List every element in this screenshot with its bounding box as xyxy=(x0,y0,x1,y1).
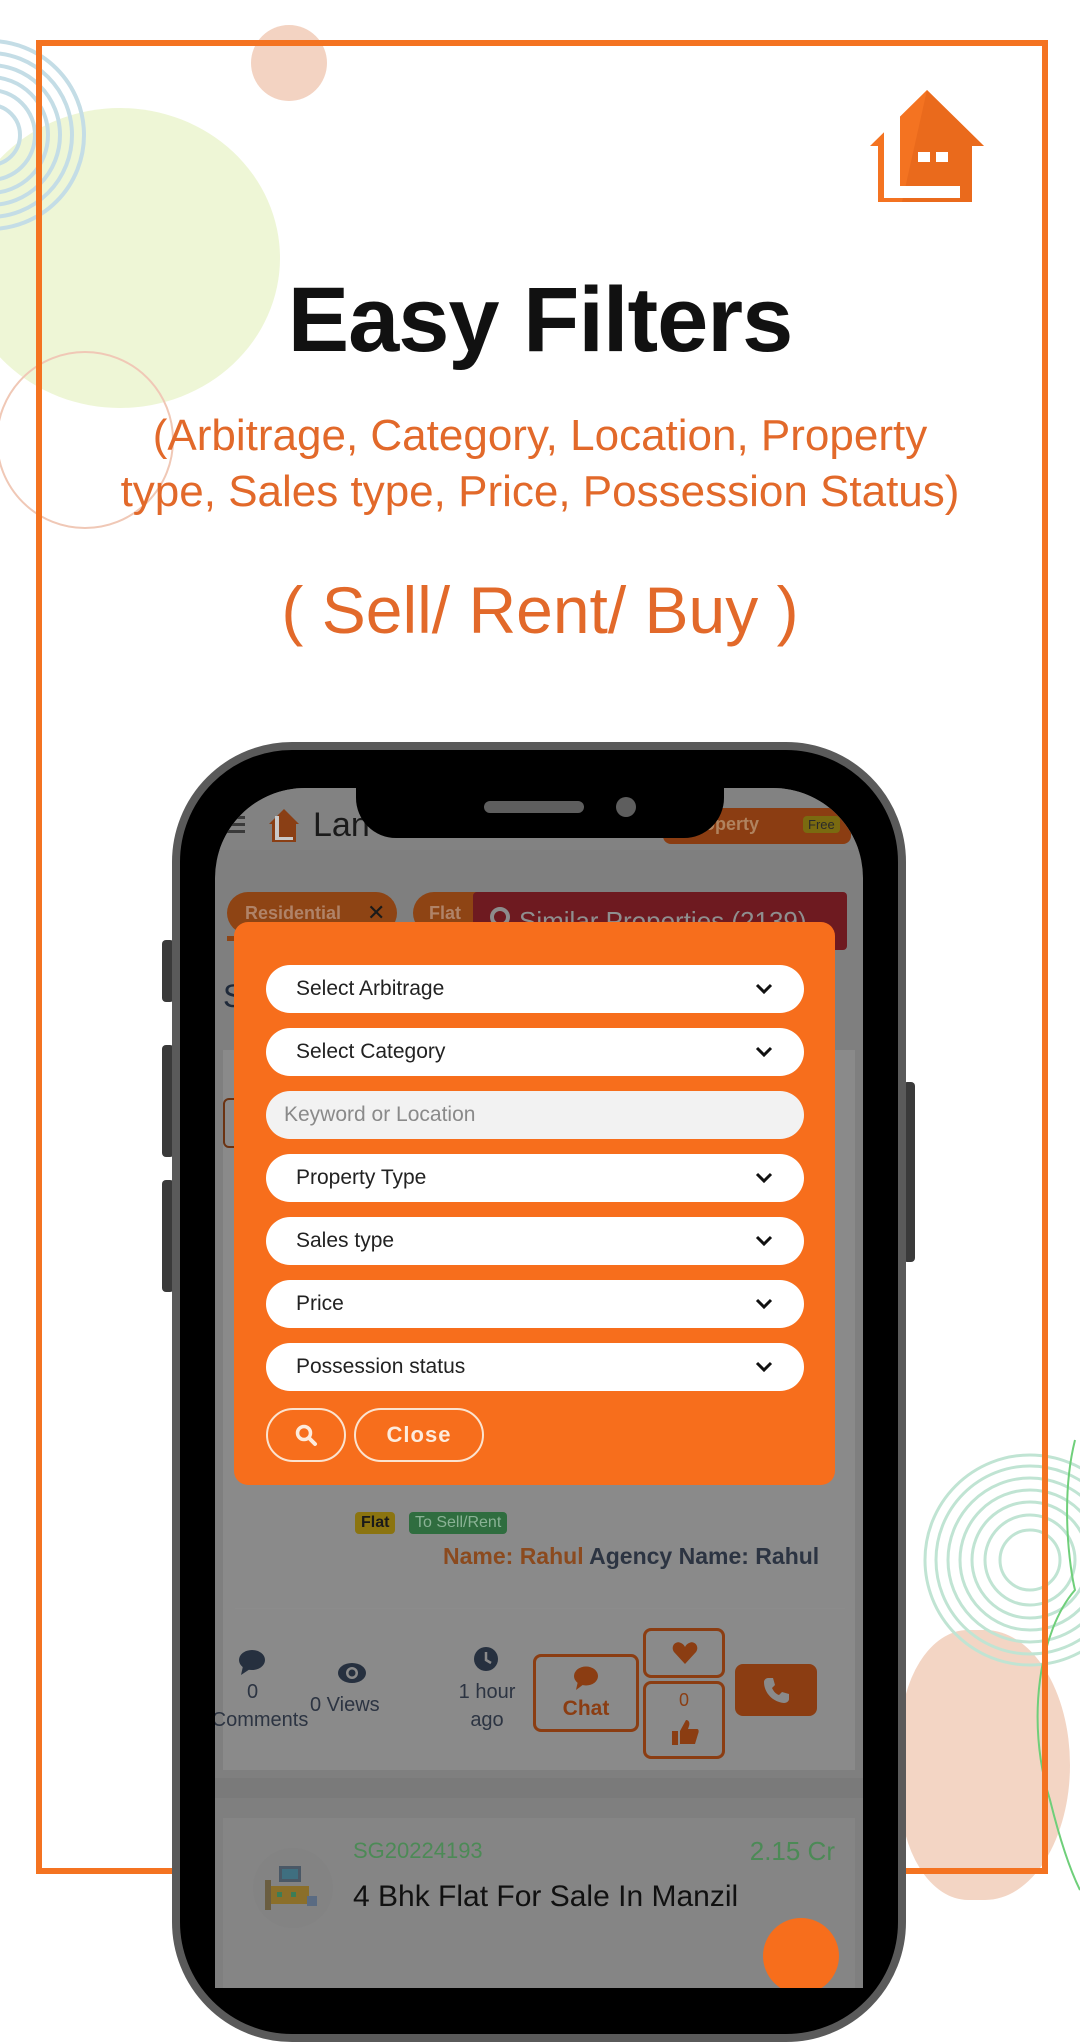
chat-button[interactable]: Chat xyxy=(533,1654,639,1732)
divider xyxy=(235,1608,845,1609)
favorite-button[interactable] xyxy=(643,1628,725,1678)
phone-icon xyxy=(764,1678,789,1703)
listing-price: 2.15 Cr xyxy=(749,1836,835,1866)
promo-subtitle-line1: (Arbitrage, Category, Location, Property xyxy=(152,411,928,460)
promo-title: Easy Filters xyxy=(287,269,794,371)
time-line1: 1 hour xyxy=(458,1681,516,1703)
clock-icon xyxy=(474,1647,498,1671)
chevron-down-icon xyxy=(755,1235,773,1247)
chat-label: Chat xyxy=(562,1697,610,1720)
close-button[interactable]: Close xyxy=(354,1408,484,1462)
chevron-down-icon xyxy=(755,983,773,995)
tag-to-sell-rent: To Sell/Rent xyxy=(409,1512,508,1534)
phone-speaker xyxy=(484,801,584,813)
select-property-type[interactable]: Property Type xyxy=(266,1154,804,1202)
furniture-icon xyxy=(265,1866,317,1910)
chevron-down-icon xyxy=(755,1298,773,1310)
card-gap xyxy=(215,1778,863,1798)
select-arbitrage-label: Select Arbitrage xyxy=(296,977,445,1000)
views-icon xyxy=(338,1663,366,1683)
close-label: Close xyxy=(386,1422,452,1447)
chevron-down-icon xyxy=(755,1046,773,1058)
select-price-label: Price xyxy=(296,1292,344,1315)
promo-subtitle-line2: type, Sales type, Price, Possession Stat… xyxy=(120,467,960,516)
thumbs-up-icon xyxy=(672,1720,699,1745)
like-button[interactable]: 0 xyxy=(643,1681,725,1759)
keyword-location-placeholder: Keyword or Location xyxy=(284,1103,476,1126)
time-label: 1 hour ago xyxy=(447,1678,527,1734)
phone-camera xyxy=(616,797,636,817)
app-logo-icon xyxy=(269,809,299,842)
promo-subtitle: (Arbitrage, Category, Location, Property… xyxy=(60,408,1020,520)
comments-count: 0 xyxy=(247,1681,259,1703)
chip-label: Residential xyxy=(245,903,342,923)
tag-flat: Flat xyxy=(355,1512,396,1534)
promo-tagline: ( Sell/ Rent/ Buy ) xyxy=(281,573,799,647)
heart-icon xyxy=(672,1642,698,1664)
select-property-type-label: Property Type xyxy=(296,1166,427,1189)
listing-owner: Name: Rahul Agency Name: Rahul xyxy=(443,1543,819,1570)
time-line2: ago xyxy=(470,1709,504,1731)
chevron-down-icon xyxy=(755,1361,773,1373)
agency-name: Agency Name: Rahul xyxy=(589,1543,820,1569)
select-sales-type[interactable]: Sales type xyxy=(266,1217,804,1265)
like-count: 0 xyxy=(678,1690,689,1710)
keyword-location-input[interactable]: Keyword or Location xyxy=(266,1091,804,1139)
select-possession-status-label: Possession status xyxy=(296,1355,466,1378)
comments-icon xyxy=(239,1650,265,1675)
listing-card-2[interactable]: SG20224193 2.15 Cr 4 Bhk Flat For Sale I… xyxy=(223,1818,855,1988)
chevron-down-icon xyxy=(755,1172,773,1184)
chip-label: Flat xyxy=(429,903,462,923)
listing-id: SG20224193 xyxy=(353,1838,483,1863)
select-price[interactable]: Price xyxy=(266,1280,804,1328)
free-badge: Free xyxy=(803,816,840,833)
call-button[interactable] xyxy=(735,1664,817,1716)
views-label: 0 Views xyxy=(310,1694,380,1716)
select-category[interactable]: Select Category xyxy=(266,1028,804,1076)
owner-name: Name: Rahul xyxy=(443,1543,584,1569)
listing-title[interactable]: 4 Bhk Flat For Sale In Manzil xyxy=(353,1880,738,1914)
search-button[interactable] xyxy=(266,1408,346,1462)
comments-label: Comments xyxy=(215,1709,309,1731)
hamburger-menu-icon[interactable] xyxy=(223,816,245,834)
select-arbitrage[interactable]: Select Arbitrage xyxy=(266,965,804,1013)
house-logo-icon xyxy=(870,90,984,202)
search-icon xyxy=(295,1424,317,1446)
listing-thumb xyxy=(253,1848,333,1928)
select-possession-status[interactable]: Possession status xyxy=(266,1343,804,1391)
select-category-label: Select Category xyxy=(296,1040,446,1063)
select-sales-type-label: Sales type xyxy=(296,1229,395,1252)
floating-action-button[interactable] xyxy=(763,1918,839,1988)
chat-icon xyxy=(574,1666,598,1690)
